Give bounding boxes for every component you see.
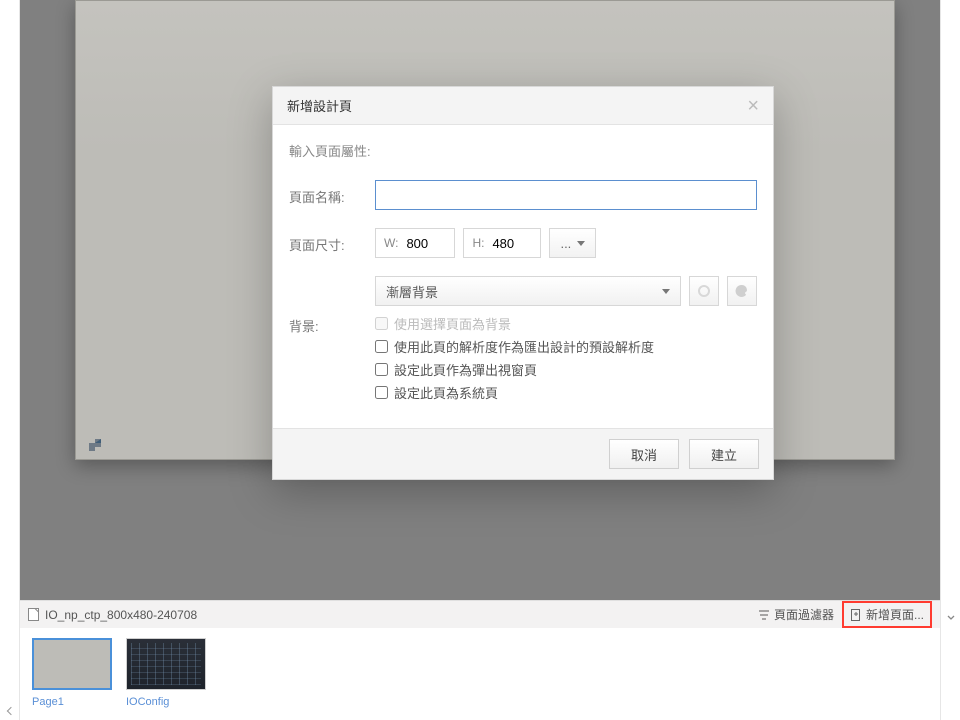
- dialog-footer: 取消 建立: [273, 428, 773, 479]
- new-page-dialog: 新增設計頁 × 輸入頁面屬性: 頁面名稱: 頁面尺寸: W:: [272, 86, 774, 480]
- filter-icon: [758, 609, 770, 621]
- project-bar: IO_np_ctp_800x480-240708 頁面過濾器 新增頁面...: [20, 600, 940, 628]
- page-thumbnails: Page1 IOConfig: [20, 628, 940, 720]
- page-filter-label: 頁面過濾器: [774, 606, 834, 623]
- chk-use-selected-page-box: [375, 317, 388, 330]
- cancel-button[interactable]: 取消: [609, 439, 679, 469]
- chk-popup-page-label: 設定此頁作為彈出視窗頁: [394, 360, 537, 379]
- background-label: 背景:: [289, 276, 375, 335]
- page-name-input[interactable]: [375, 180, 757, 210]
- height-input[interactable]: [492, 236, 540, 251]
- document-icon: [28, 608, 39, 621]
- height-prefix: H:: [464, 236, 492, 250]
- height-field[interactable]: H:: [463, 228, 541, 258]
- add-page-label: 新增頁面...: [866, 606, 924, 623]
- app-root: IO_np_ctp_800x480-240708 頁面過濾器 新增頁面... P…: [0, 0, 960, 720]
- chk-system-page[interactable]: 設定此頁為系統頁: [375, 383, 757, 402]
- thumb-preview: [32, 638, 112, 690]
- dialog-body: 輸入頁面屬性: 頁面名稱: 頁面尺寸: W: H:: [273, 125, 773, 428]
- palette-icon: [734, 283, 750, 299]
- chk-default-resolution-label: 使用此頁的解析度作為匯出設計的預設解析度: [394, 337, 654, 356]
- page-filter-link[interactable]: 頁面過濾器: [758, 606, 834, 623]
- background-color-b-button[interactable]: [727, 276, 757, 306]
- thumb-ioconfig[interactable]: IOConfig: [126, 638, 208, 720]
- size-preset-label: ...: [560, 236, 571, 251]
- left-gutter: [0, 0, 20, 720]
- background-type-value: 漸層背景: [386, 282, 438, 301]
- circle-icon: [696, 283, 712, 299]
- close-icon[interactable]: ×: [747, 96, 759, 116]
- size-preset-button[interactable]: ...: [549, 228, 596, 258]
- brand-glyph-icon: [87, 437, 103, 453]
- chk-popup-page[interactable]: 設定此頁作為彈出視窗頁: [375, 360, 757, 379]
- thumb-preview: [126, 638, 206, 690]
- thumb-label: Page1: [32, 696, 114, 708]
- chevron-down-icon: [662, 289, 670, 294]
- add-page-link[interactable]: 新增頁面...: [842, 601, 932, 628]
- width-field[interactable]: W:: [375, 228, 455, 258]
- expand-thumbs-icon[interactable]: [946, 610, 956, 620]
- chk-use-selected-page: 使用選擇頁面為背景: [375, 314, 757, 333]
- page-size-label: 頁面尺寸:: [289, 228, 375, 254]
- chk-default-resolution-box[interactable]: [375, 340, 388, 353]
- project-name: IO_np_ctp_800x480-240708: [45, 608, 197, 622]
- page-name-label: 頁面名稱:: [289, 180, 375, 206]
- background-type-select[interactable]: 漸層背景: [375, 276, 681, 306]
- thumb-label: IOConfig: [126, 696, 208, 708]
- dialog-intro: 輸入頁面屬性:: [289, 141, 757, 160]
- add-page-icon: [850, 609, 862, 621]
- dialog-header: 新增設計頁 ×: [273, 87, 773, 125]
- width-input[interactable]: [406, 236, 454, 251]
- width-prefix: W:: [376, 236, 406, 250]
- background-color-a-button[interactable]: [689, 276, 719, 306]
- chk-default-resolution[interactable]: 使用此頁的解析度作為匯出設計的預設解析度: [375, 337, 757, 356]
- create-button[interactable]: 建立: [689, 439, 759, 469]
- dialog-title: 新增設計頁: [287, 96, 352, 115]
- chk-system-page-label: 設定此頁為系統頁: [394, 383, 498, 402]
- chk-popup-page-box[interactable]: [375, 363, 388, 376]
- chk-use-selected-page-label: 使用選擇頁面為背景: [394, 314, 511, 333]
- chk-system-page-box[interactable]: [375, 386, 388, 399]
- chevron-down-icon: [577, 241, 585, 246]
- thumb-page1[interactable]: Page1: [32, 638, 114, 720]
